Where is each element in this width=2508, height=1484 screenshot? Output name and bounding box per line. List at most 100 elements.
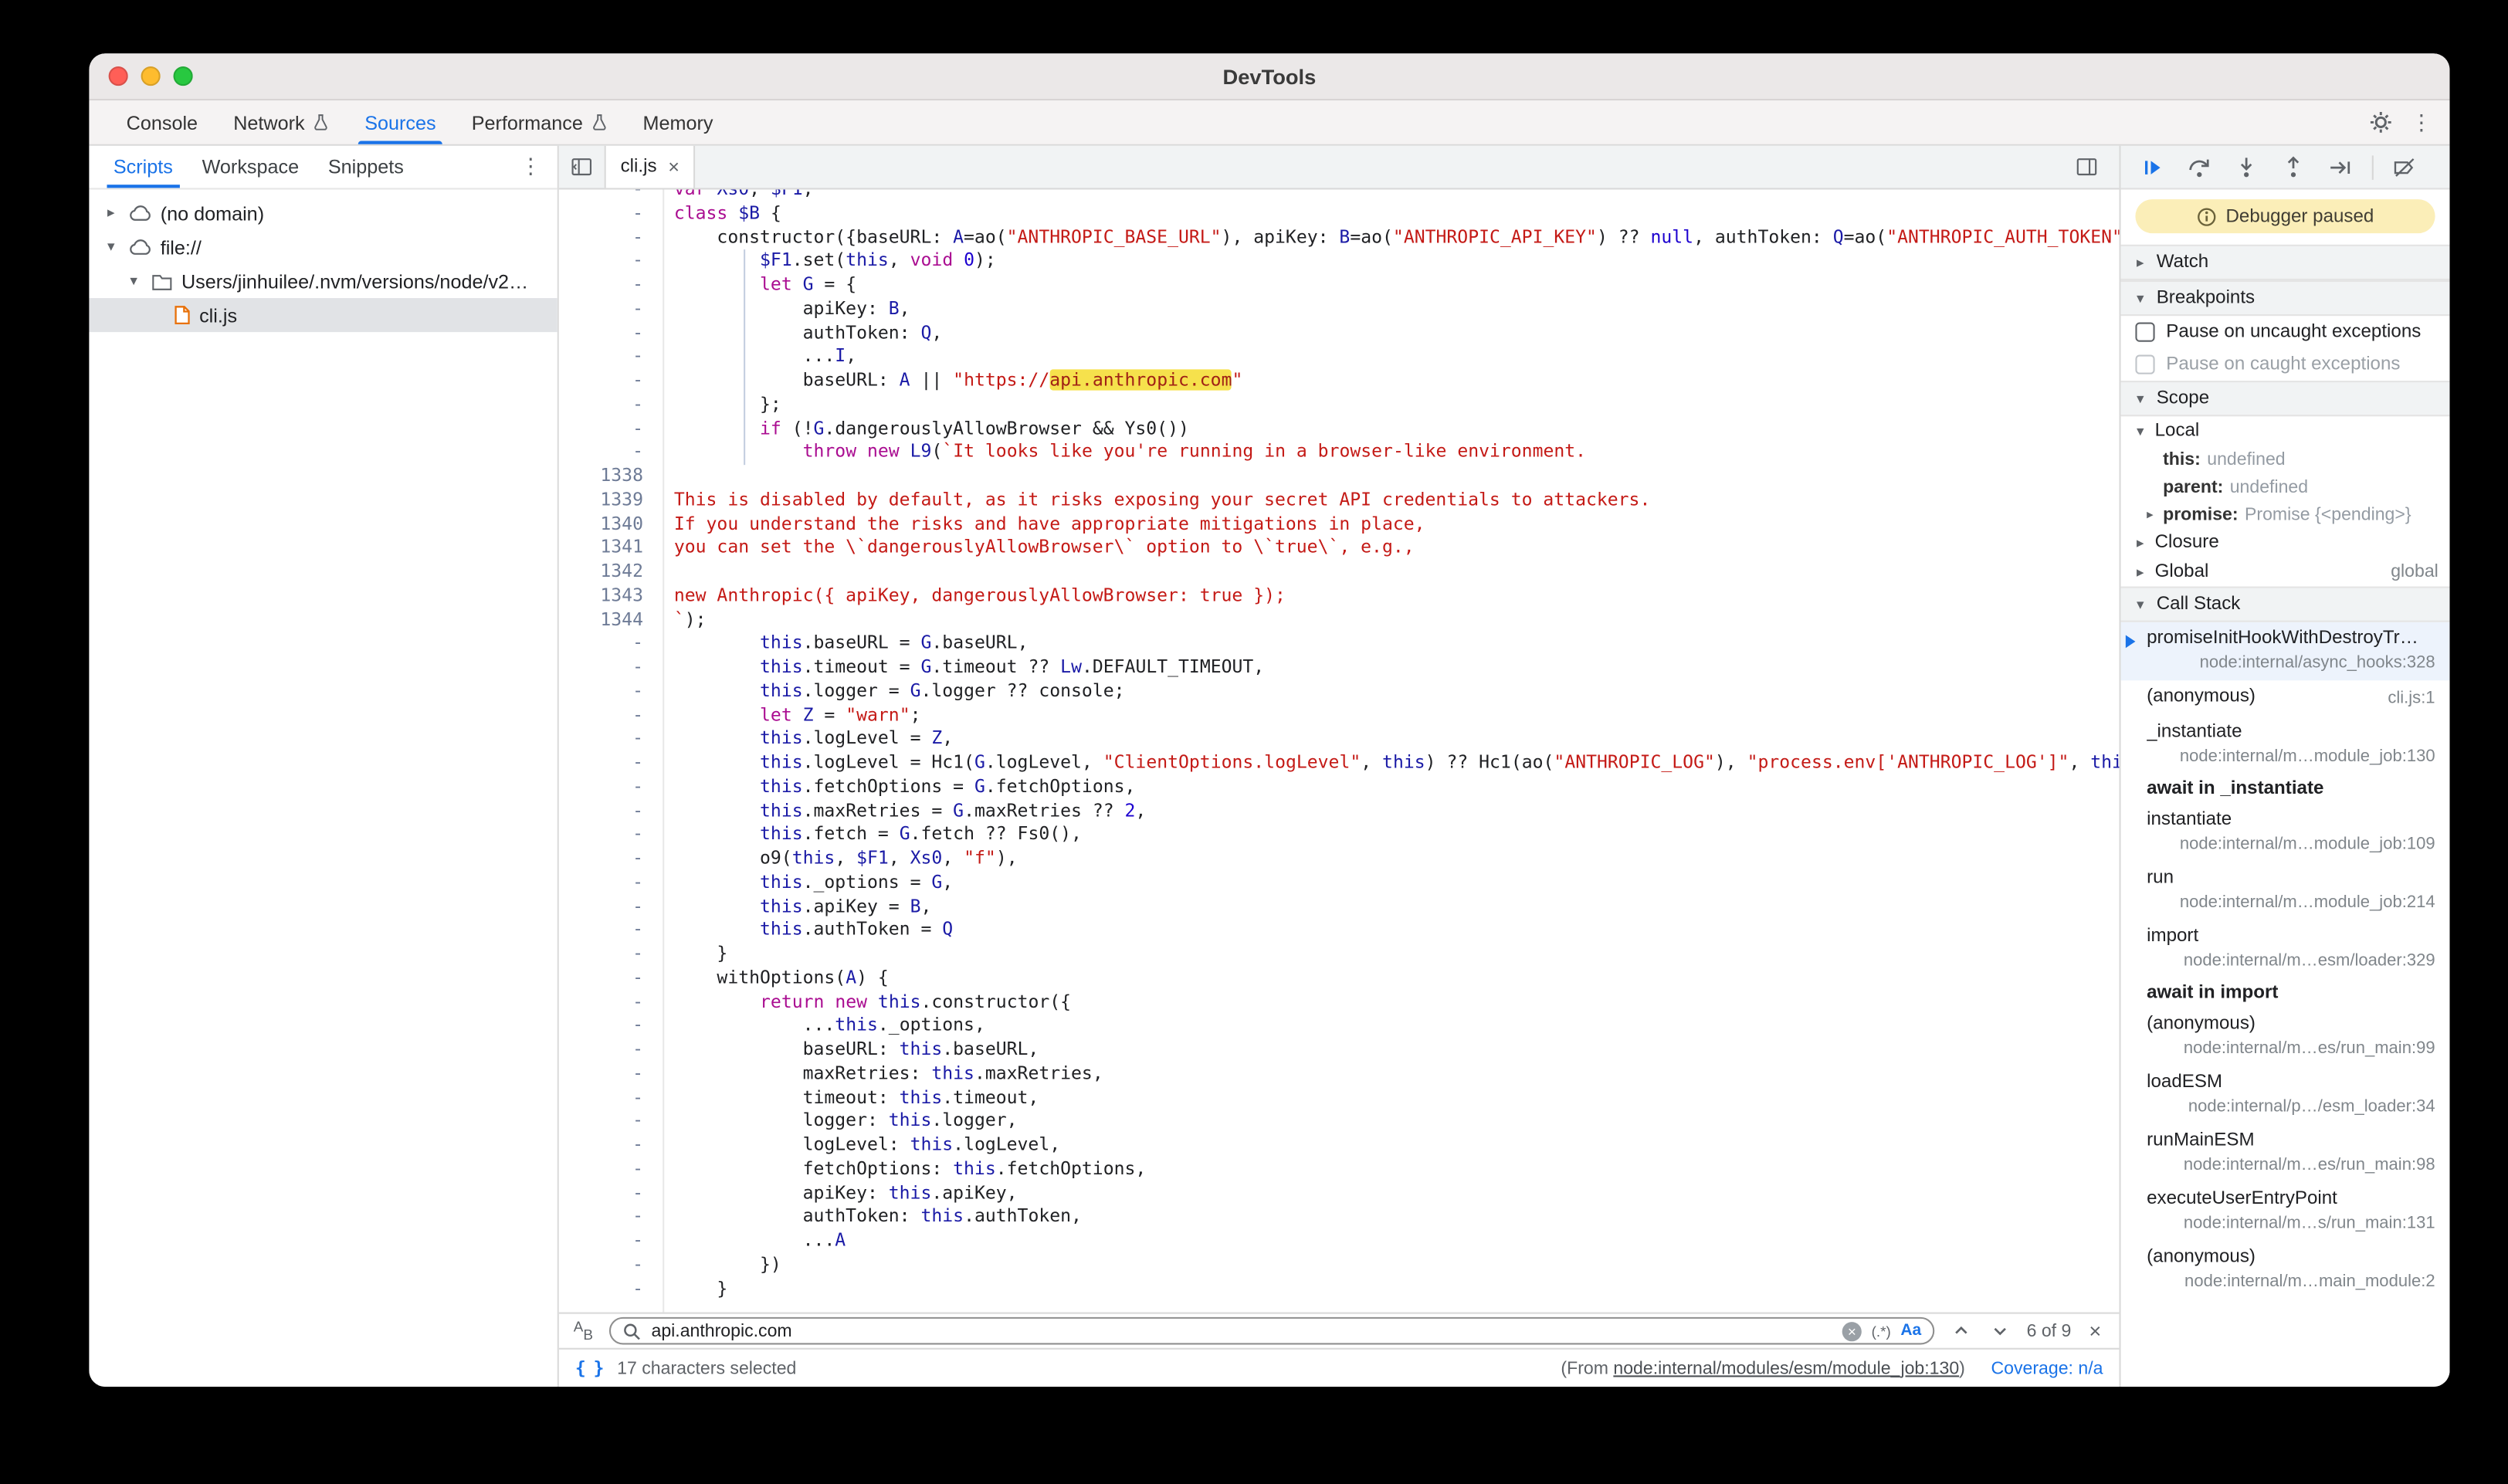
line-number[interactable]: - (559, 1206, 663, 1230)
chevron-down-icon[interactable]: ▾ (125, 272, 143, 290)
watch-section-header[interactable]: ▸ Watch (2121, 245, 2450, 280)
sidebar-tab-scripts[interactable]: Scripts (99, 146, 188, 188)
scope-variable-promise[interactable]: ▸promise:Promise {<pending>} (2121, 500, 2450, 528)
call-stack-frame[interactable]: instantiatenode:internal/m…module_job:10… (2121, 804, 2450, 862)
chevron-right-icon[interactable]: ▸ (2147, 507, 2163, 522)
coverage-link[interactable]: Coverage: n/a (1991, 1358, 2103, 1377)
line-number[interactable]: - (559, 704, 663, 728)
line-number[interactable]: - (559, 919, 663, 943)
search-input[interactable] (651, 1321, 1832, 1340)
line-number[interactable]: - (559, 656, 663, 680)
module-link[interactable]: node:internal/modules/esm/module_job:130 (1613, 1358, 1959, 1377)
call-stack-frame[interactable]: (anonymous)node:internal/m…main_module:2 (2121, 1241, 2450, 1299)
zoom-window-button[interactable] (174, 66, 193, 86)
pause-on-caught-exceptions-checkbox[interactable] (2135, 355, 2154, 374)
call-stack-frame[interactable]: runMainESMnode:internal/m…es/run_main:98 (2121, 1124, 2450, 1183)
scope-group-closure[interactable]: ▸Closure (2121, 528, 2450, 557)
step-over-button[interactable] (2181, 149, 2218, 185)
line-number[interactable]: - (559, 871, 663, 895)
step-out-button[interactable] (2275, 149, 2312, 185)
toggle-navigator-icon[interactable] (559, 158, 605, 177)
clear-search-icon[interactable]: × (1842, 1321, 1862, 1340)
tab-network[interactable]: Network (215, 100, 347, 144)
tree-item-users-jinhuilee-nvm-versions-node-v2[interactable]: ▾Users/jinhuilee/.nvm/versions/node/v2… (89, 264, 557, 298)
deactivate-breakpoints-button[interactable] (2387, 149, 2424, 185)
editor-tab-clijs[interactable]: cli.js × (605, 146, 696, 188)
close-search-button[interactable]: × (2086, 1319, 2104, 1343)
line-number[interactable]: - (559, 1253, 663, 1277)
minimize-window-button[interactable] (141, 66, 161, 86)
breakpoints-section-header[interactable]: ▾ Breakpoints (2121, 280, 2450, 316)
tab-memory[interactable]: Memory (625, 100, 730, 144)
call-stack-frame[interactable]: loadESMnode:internal/p…/esm_loader:34 (2121, 1066, 2450, 1125)
line-number[interactable]: - (559, 991, 663, 1015)
pause-on-uncaught-exceptions-checkbox[interactable] (2135, 323, 2154, 342)
chevron-down-icon[interactable]: ▾ (102, 238, 120, 256)
call-stack-frame[interactable]: (anonymous)node:internal/m…es/run_main:9… (2121, 1008, 2450, 1066)
scope-section-header[interactable]: ▾ Scope (2121, 381, 2450, 416)
line-number[interactable]: 1344 (559, 608, 663, 632)
previous-match-button[interactable] (1949, 1322, 1973, 1340)
line-number[interactable]: 1340 (559, 513, 663, 537)
line-number[interactable]: - (559, 1015, 663, 1038)
line-number[interactable]: 1339 (559, 489, 663, 513)
line-number[interactable]: - (559, 1182, 663, 1206)
line-number[interactable]: - (559, 1062, 663, 1086)
tab-performance[interactable]: Performance (454, 100, 625, 144)
pretty-print-icon[interactable]: { } (575, 1357, 602, 1378)
line-number[interactable]: - (559, 441, 663, 465)
line-number[interactable]: - (559, 345, 663, 369)
line-number[interactable]: - (559, 393, 663, 417)
line-number[interactable]: - (559, 728, 663, 752)
line-number[interactable]: - (559, 417, 663, 441)
sidebar-tab-workspace[interactable]: Workspace (188, 146, 314, 188)
line-number[interactable]: 1343 (559, 584, 663, 608)
tree-item-no-domain[interactable]: ▸(no domain) (89, 196, 557, 230)
call-stack-section-header[interactable]: ▾ Call Stack (2121, 587, 2450, 622)
line-number[interactable]: - (559, 752, 663, 776)
line-number[interactable]: 1338 (559, 465, 663, 489)
navigator-kebab-icon[interactable]: ⋮ (520, 146, 548, 188)
line-number[interactable]: - (559, 943, 663, 967)
call-stack-frame[interactable]: (anonymous)cli.js:1 (2121, 680, 2450, 716)
code-editor[interactable]: -var Xs0, $F1;-class $B {- constructor({… (559, 189, 2120, 1312)
line-number[interactable]: - (559, 298, 663, 322)
line-number[interactable]: - (559, 1038, 663, 1062)
close-icon[interactable]: × (668, 158, 680, 177)
line-number[interactable]: - (559, 1110, 663, 1134)
call-stack-frame[interactable]: _instantiatenode:internal/m…module_job:1… (2121, 716, 2450, 774)
sidebar-tab-snippets[interactable]: Snippets (314, 146, 419, 188)
line-number[interactable]: - (559, 1134, 663, 1158)
match-case-toggle[interactable]: Aa (1900, 1322, 1921, 1340)
line-number[interactable]: - (559, 1230, 663, 1254)
line-number[interactable]: - (559, 1086, 663, 1110)
step-into-button[interactable] (2228, 149, 2265, 185)
line-number[interactable]: - (559, 799, 663, 823)
call-stack-frame[interactable]: runnode:internal/m…module_job:214 (2121, 862, 2450, 920)
toggle-debugger-sidebar-icon[interactable] (2064, 158, 2110, 177)
regex-toggle[interactable]: (.*) (1872, 1323, 1891, 1339)
call-stack-frame[interactable]: importnode:internal/m…esm/loader:329 (2121, 920, 2450, 979)
line-number[interactable]: 1341 (559, 537, 663, 561)
close-window-button[interactable] (109, 66, 128, 86)
tab-console[interactable]: Console (109, 100, 216, 144)
scope-group-local[interactable]: ▾Local (2121, 416, 2450, 446)
step-button[interactable] (2322, 149, 2359, 185)
line-number[interactable]: - (559, 823, 663, 847)
resume-button[interactable] (2133, 149, 2171, 185)
tab-sources[interactable]: Sources (347, 100, 454, 144)
settings-gear-icon[interactable] (2369, 110, 2393, 134)
scope-group-global[interactable]: ▸Globalglobal (2121, 557, 2450, 587)
line-number[interactable]: - (559, 202, 663, 226)
next-match-button[interactable] (1988, 1322, 2011, 1340)
line-number[interactable]: - (559, 632, 663, 656)
line-number[interactable]: - (559, 250, 663, 274)
line-number[interactable]: - (559, 274, 663, 298)
line-number[interactable]: 1342 (559, 561, 663, 584)
line-number[interactable]: - (559, 895, 663, 919)
tree-item-cli-js[interactable]: cli.js (89, 298, 557, 332)
line-number[interactable]: - (559, 967, 663, 991)
line-number[interactable]: - (559, 680, 663, 704)
kebab-menu-icon[interactable]: ⋮ (2411, 112, 2432, 133)
call-stack-frame[interactable]: promiseInitHookWithDestroyTr…node:intern… (2121, 622, 2450, 681)
